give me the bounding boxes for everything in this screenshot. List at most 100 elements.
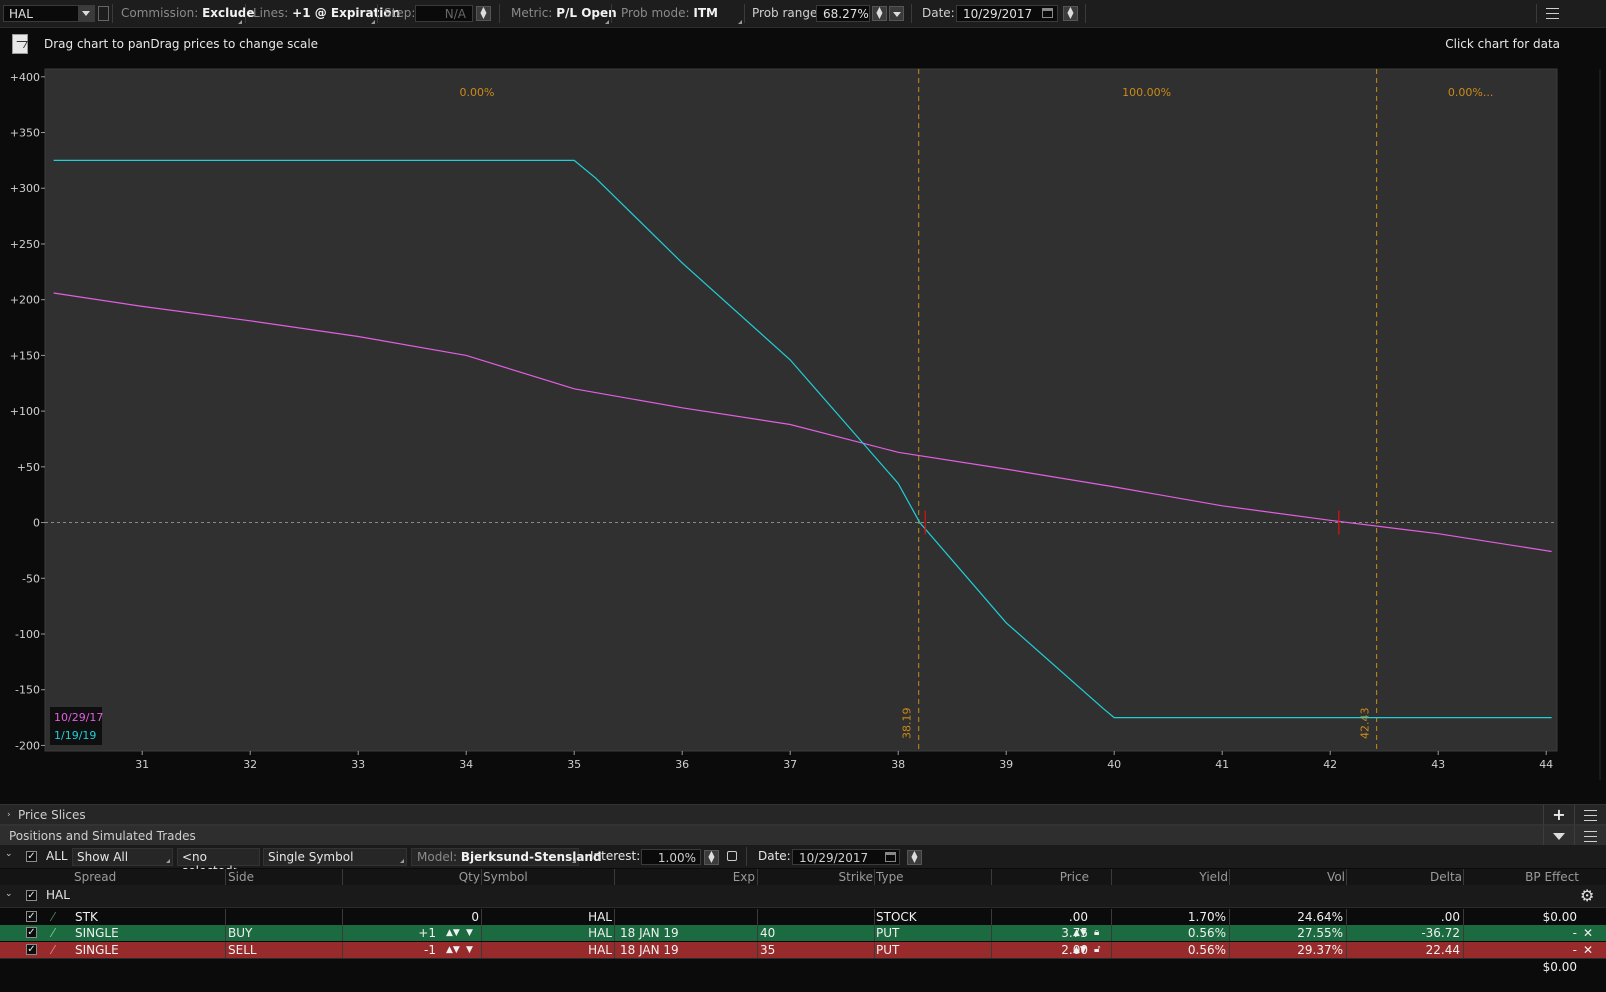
row-checkbox[interactable]: ✓ [26, 944, 37, 955]
col-vol[interactable]: Vol [1229, 869, 1345, 885]
cell-strike[interactable]: 40 [760, 925, 775, 941]
group-checkbox[interactable]: ✓ [26, 890, 37, 901]
chart-style-icon[interactable] [12, 34, 29, 54]
prob-marker-label: 42.43 [1359, 708, 1372, 740]
prob-mode-selector[interactable]: Prob mode: ITM [621, 0, 718, 27]
cell-side[interactable]: BUY [228, 925, 252, 941]
row-checkbox[interactable]: ✓ [26, 927, 37, 938]
col-yield[interactable]: Yield [1111, 869, 1228, 885]
row-checkbox[interactable]: ✓ [26, 911, 37, 922]
cell-strike[interactable]: 35 [760, 942, 775, 958]
step-spinner[interactable]: ▲ ▼ [476, 6, 491, 21]
cell-qty[interactable]: -1 [342, 942, 436, 958]
prob-range-input[interactable]: 68.27% [816, 5, 870, 22]
prob-range-value: 68.27% [823, 7, 869, 21]
chart-toggle-icon[interactable]: ⁄ [52, 925, 54, 941]
risk-profile-chart[interactable]: +400 +350 +300 +250 +200 +150 +100 +50 0 -50 -100 -… [0, 64, 1606, 780]
col-side[interactable]: Side [228, 869, 254, 885]
menu-icon[interactable] [1546, 8, 1559, 19]
separator [112, 4, 113, 23]
cell-type[interactable]: PUT [876, 942, 899, 958]
symbol-dropdown-button[interactable] [78, 6, 94, 21]
prob-range-spinner[interactable]: ▲ ▼ [872, 6, 887, 21]
price-slices-bar[interactable]: › Price Slices + [0, 804, 1606, 825]
qty-dropdown-icon[interactable]: ▼ [466, 942, 473, 958]
chevron-down-icon [893, 12, 901, 17]
calendar-icon[interactable] [885, 852, 896, 862]
table-row[interactable]: ✓ ⁄ STK 0 HAL STOCK .00 1.70% 24.64% .00… [0, 909, 1606, 925]
step-input[interactable]: N/A [415, 5, 473, 22]
link-icon[interactable] [98, 6, 109, 21]
calendar-icon[interactable] [1042, 8, 1053, 18]
cell-delta: 22.44 [1425, 943, 1460, 957]
table-row[interactable]: ✓ ⁄ SINGLE SELL -1 ▲▼ ▼ HAL 18 JAN 19 35… [0, 942, 1606, 958]
y-tick-label: +150 [10, 349, 40, 362]
metric-selector[interactable]: Metric: P/L Open [511, 0, 617, 27]
model-label: Model: [417, 850, 458, 864]
top-toolbar: HAL Commission: Exclude Lines: +1 @ Expi… [0, 0, 1606, 28]
col-exp[interactable]: Exp [614, 869, 755, 885]
model-selector[interactable]: Model: Bjerksund-Stensland [411, 848, 602, 866]
cell-exp[interactable]: 18 JAN 19 [620, 925, 679, 941]
col-price[interactable]: Price [991, 869, 1089, 885]
group-row-hal[interactable]: ⌄ ✓ HAL ⚙ [0, 885, 1606, 908]
interest-spinner[interactable]: ▲ ▼ [704, 850, 719, 865]
x-tick-label: 43 [1431, 758, 1445, 771]
x-tick-label: 35 [567, 758, 581, 771]
prob-range-dropdown[interactable] [889, 6, 904, 21]
interest-input[interactable]: 1.00% [641, 849, 701, 865]
qty-dropdown-icon[interactable]: ▼ [466, 925, 473, 941]
collapse-button[interactable] [1543, 826, 1574, 846]
positions-date-spinner[interactable]: ▲ ▼ [907, 850, 922, 865]
qty-spinner[interactable]: ▲▼ [446, 942, 460, 958]
cell-qty[interactable]: 0 [342, 909, 479, 925]
plot-area[interactable] [44, 68, 1558, 752]
cell-type[interactable]: PUT [876, 925, 899, 941]
selection-dropdown[interactable]: <no selected> [177, 848, 260, 878]
cell-qty[interactable]: +1 [342, 925, 436, 941]
table-row[interactable]: ✓ ⁄ SINGLE BUY +1 ▲▼ ▼ HAL 18 JAN 19 40 … [0, 925, 1606, 941]
cell-side[interactable]: SELL [228, 942, 257, 958]
col-qty[interactable]: Qty [342, 869, 480, 885]
cell-symbol: HAL [588, 943, 612, 957]
positions-menu-button[interactable] [1574, 826, 1605, 846]
add-price-slice-button[interactable]: + [1543, 805, 1574, 825]
price-slices-menu-button[interactable] [1574, 805, 1605, 825]
chart-toggle-icon[interactable]: ⁄ [52, 942, 54, 958]
chevron-down-icon[interactable]: ⌄ [5, 849, 13, 859]
cell-yield: 0.56% [1187, 943, 1226, 957]
lines-label: Lines: [253, 6, 289, 20]
chart-toggle-icon[interactable]: ⁄ [52, 909, 54, 925]
chevron-down-icon[interactable]: ⌄ [5, 889, 13, 899]
col-bp-effect[interactable]: BP Effect [1463, 869, 1579, 885]
separator [245, 4, 246, 23]
date-spinner[interactable]: ▲ ▼ [1063, 6, 1078, 21]
prob-marker-label: 38.19 [901, 708, 914, 740]
col-strike[interactable]: Strike [757, 869, 874, 885]
chevron-right-icon[interactable]: › [7, 805, 11, 826]
lock-icon[interactable]: 🔓︎ [1094, 942, 1100, 958]
close-icon[interactable]: ✕ [1583, 925, 1593, 941]
qty-spinner[interactable]: ▲▼ [446, 925, 460, 941]
prob-label: 0.00% [460, 86, 495, 99]
lock-icon[interactable]: 🔒︎ [1094, 925, 1099, 941]
col-type[interactable]: Type [876, 869, 904, 885]
positions-date-input[interactable]: 10/29/2017 [792, 849, 900, 865]
show-filter-dropdown[interactable]: Show All [72, 848, 173, 866]
col-symbol[interactable]: Symbol [483, 869, 528, 885]
symbol-mode-dropdown[interactable]: Single Symbol [263, 848, 407, 866]
prob-mode-value: ITM [693, 6, 718, 20]
col-spread[interactable]: Spread [74, 869, 116, 885]
dropdown-corner-icon [572, 859, 576, 863]
lines-selector[interactable]: Lines: +1 @ Expiration [253, 0, 400, 27]
col-delta[interactable]: Delta [1346, 869, 1462, 885]
price-slices-title: Price Slices [18, 808, 86, 822]
close-icon[interactable]: ✕ [1583, 942, 1593, 958]
price-spinner[interactable]: ▲▼ [1073, 925, 1087, 941]
gear-icon[interactable]: ⚙ [1580, 886, 1594, 905]
cell-exp[interactable]: 18 JAN 19 [620, 942, 679, 958]
commission-selector[interactable]: Commission: Exclude [121, 0, 255, 27]
all-checkbox[interactable]: ✓ [26, 851, 37, 862]
lock-icon[interactable] [727, 851, 737, 861]
price-spinner[interactable]: ▲▼ [1073, 942, 1087, 958]
